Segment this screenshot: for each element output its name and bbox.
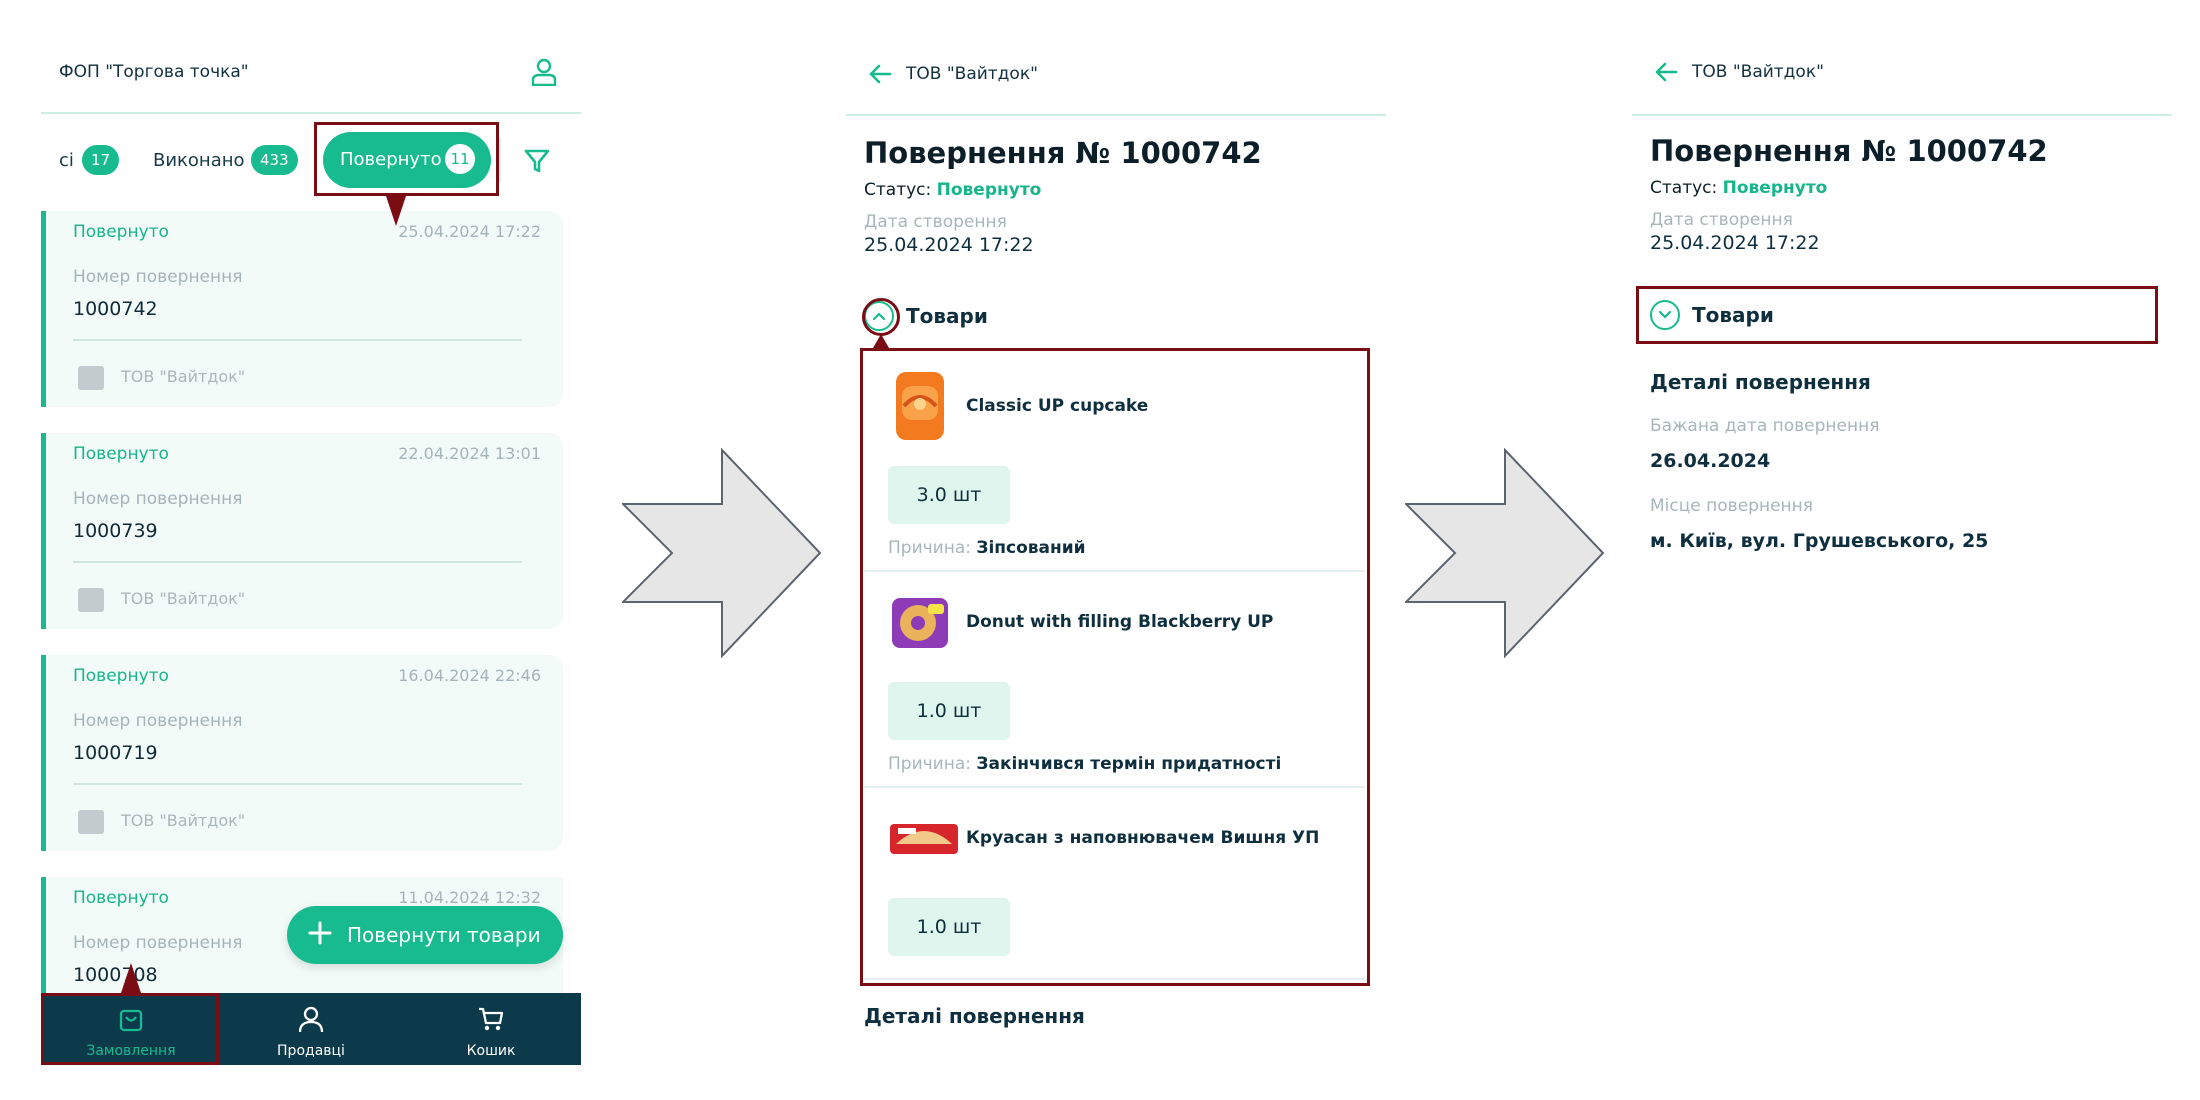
tab-done-count: 433	[251, 145, 298, 175]
highlight-returned-tab	[314, 122, 499, 196]
created-label: Дата створення	[1650, 210, 1793, 230]
shop-title: ФОП "Торгова точка"	[59, 62, 249, 82]
status-row: Статус: Повернуто	[864, 180, 1041, 200]
order-number: 1000739	[73, 520, 158, 542]
nav-cart-label: Кошик	[466, 1043, 516, 1059]
card-divider	[73, 783, 522, 785]
pointer-collapse-toggle	[873, 334, 889, 348]
order-number-label: Номер повернення	[73, 711, 243, 731]
order-date: 16.04.2024 22:46	[398, 666, 541, 685]
return-place-label: Місце повернення	[1650, 496, 1813, 516]
return-place-value: м. Київ, вул. Грушевського, 25	[1650, 530, 1989, 552]
order-date: 22.04.2024 13:01	[398, 444, 541, 463]
pointer-nav-orders	[121, 963, 141, 993]
return-details-title: Деталі повернення	[864, 1004, 1085, 1028]
seller-icon	[78, 366, 104, 390]
back-arrow-icon[interactable]	[868, 62, 892, 86]
highlight-goods-list	[860, 348, 1370, 986]
order-status: Повернуто	[73, 666, 169, 686]
order-number-label: Номер повернення	[73, 267, 243, 287]
user-profile-icon[interactable]	[531, 58, 557, 86]
order-seller: ТОВ "Вайтдок"	[121, 367, 246, 386]
top-bar: ТОВ "Вайтдок"	[1632, 0, 2172, 116]
tabs-divider	[499, 138, 501, 182]
order-seller: ТОВ "Вайтдок"	[121, 811, 246, 830]
cart-icon	[479, 1007, 504, 1031]
order-number: 1000708	[73, 964, 158, 986]
order-date: 25.04.2024 17:22	[398, 222, 541, 241]
return-detail-screen-collapsed: ТОВ "Вайтдок" Повернення № 1000742 Стату…	[1632, 0, 2172, 1100]
order-status: Повернуто	[73, 444, 169, 464]
nav-cart[interactable]: Кошик	[401, 993, 581, 1065]
created-label: Дата створення	[864, 212, 1007, 232]
return-goods-button[interactable]: Повернути товари	[287, 906, 563, 964]
order-status: Повернуто	[73, 222, 169, 242]
filter-icon[interactable]	[523, 147, 551, 175]
order-number: 1000742	[73, 298, 158, 320]
app-header: ФОП "Торгова точка"	[41, 0, 581, 114]
back-arrow-icon[interactable]	[1654, 60, 1678, 84]
order-status: Повернуто	[73, 888, 169, 908]
highlight-goods-header	[1636, 286, 2158, 344]
desired-date-label: Бажана дата повернення	[1650, 416, 1880, 436]
order-seller: ТОВ "Вайтдок"	[121, 589, 246, 608]
nav-sellers-label: Продавці	[277, 1043, 345, 1059]
seller-title: ТОВ "Вайтдок"	[1692, 62, 1824, 82]
card-divider	[73, 339, 522, 341]
plus-icon	[308, 921, 332, 945]
created-value: 25.04.2024 17:22	[1650, 232, 1820, 254]
transition-arrow	[622, 448, 822, 658]
return-title: Повернення № 1000742	[1650, 134, 2048, 168]
tab-all-count: 17	[82, 145, 120, 175]
top-bar: ТОВ "Вайтдок"	[846, 0, 1386, 116]
status-label: Статус:	[1650, 178, 1718, 198]
status-label: Статус:	[864, 180, 932, 200]
order-date: 11.04.2024 12:32	[398, 888, 541, 907]
card-divider	[73, 561, 522, 563]
order-number-label: Номер повернення	[73, 933, 243, 953]
status-row: Статус: Повернуто	[1650, 178, 1827, 198]
return-title: Повернення № 1000742	[864, 136, 1262, 170]
return-goods-label: Повернути товари	[347, 923, 541, 947]
pointer-returned-tab	[386, 196, 406, 226]
return-details-title: Деталі повернення	[1650, 370, 1871, 394]
nav-sellers[interactable]: Продавці	[221, 993, 401, 1065]
goods-section-title[interactable]: Товари	[906, 304, 988, 328]
created-value: 25.04.2024 17:22	[864, 234, 1034, 256]
desired-date-value: 26.04.2024	[1650, 450, 1771, 472]
transition-arrow	[1405, 448, 1605, 658]
highlight-nav-orders	[41, 993, 219, 1065]
status-value: Повернуто	[1722, 178, 1828, 198]
tab-done-label: Виконано	[153, 150, 245, 171]
tab-all-label: сі	[59, 150, 74, 171]
order-card[interactable]: Повернуто 16.04.2024 22:46 Номер поверне…	[41, 655, 563, 851]
person-icon	[298, 1006, 324, 1033]
seller-icon	[78, 588, 104, 612]
seller-title: ТОВ "Вайтдок"	[906, 64, 1038, 84]
order-number: 1000719	[73, 742, 158, 764]
order-card[interactable]: Повернуто 22.04.2024 13:01 Номер поверне…	[41, 433, 563, 629]
return-detail-screen-expanded: ТОВ "Вайтдок" Повернення № 1000742 Стату…	[846, 0, 1386, 1100]
orders-screen: ФОП "Торгова точка" сі 17 Виконано 433 П…	[41, 0, 581, 1100]
order-card[interactable]: Повернуто 25.04.2024 17:22 Номер поверне…	[41, 211, 563, 407]
order-number-label: Номер повернення	[73, 489, 243, 509]
highlight-collapse-toggle	[862, 298, 900, 336]
orders-status-tabs: сі 17 Виконано 433 Повернуто 11	[41, 128, 581, 194]
status-value: Повернуто	[936, 180, 1042, 200]
seller-icon	[78, 810, 104, 834]
